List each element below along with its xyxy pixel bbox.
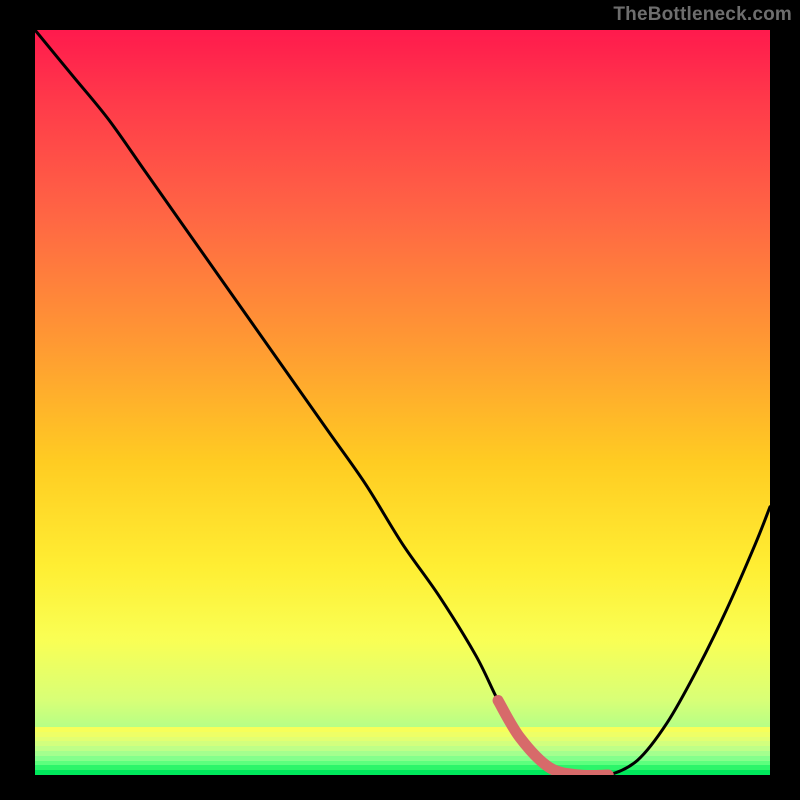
highlight-segment: [498, 701, 608, 776]
watermark-text: TheBottleneck.com: [613, 4, 792, 26]
chart-frame: TheBottleneck.com: [0, 0, 800, 800]
plot-area: [35, 30, 770, 775]
bottleneck-curve-path: [35, 30, 770, 775]
curve-svg: [35, 30, 770, 775]
